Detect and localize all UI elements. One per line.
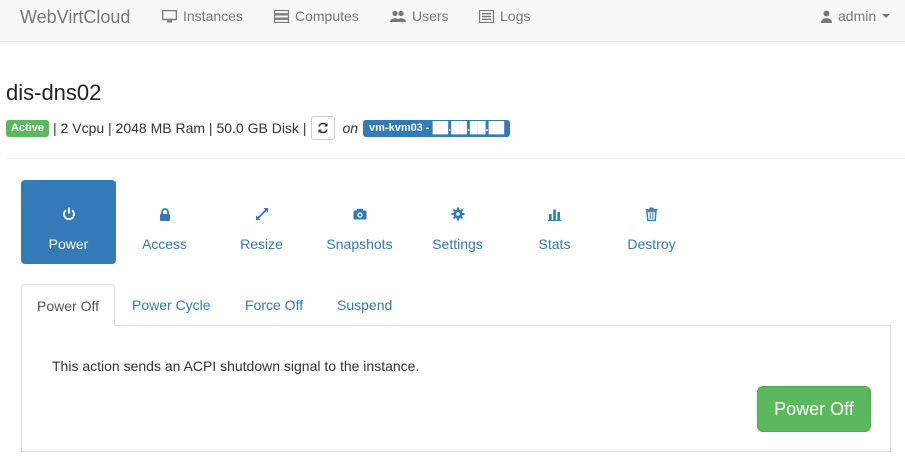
action-stats-label: Stats [538, 236, 571, 252]
users-icon [390, 10, 406, 22]
gear-icon [410, 206, 505, 222]
on-text: on [342, 120, 359, 136]
bar-chart-icon [507, 206, 602, 222]
tab-power-cycle[interactable]: Power Cycle [117, 284, 226, 326]
status-badge: Active [6, 119, 50, 137]
power-tabs: Power Off Power Cycle Force Off Suspend [21, 284, 891, 327]
monitor-icon [162, 9, 177, 22]
action-resize-label: Resize [240, 236, 283, 252]
action-power-label: Power [48, 236, 89, 252]
nav-computes-label: Computes [295, 8, 359, 24]
divider [6, 158, 905, 159]
action-settings-label: Settings [432, 236, 483, 252]
lock-icon [117, 206, 212, 222]
instance-name: dis-dns02 [6, 80, 102, 105]
tab-power-off[interactable]: Power Off [21, 284, 115, 327]
power-icon [21, 206, 116, 222]
nav-logs-label: Logs [500, 8, 531, 24]
action-destroy-label: Destroy [627, 236, 676, 252]
nav-logs[interactable]: Logs [479, 8, 530, 24]
user-menu-label: admin [838, 8, 877, 24]
tab-force-off[interactable]: Force Off [230, 284, 318, 326]
action-access[interactable]: Access [117, 180, 212, 264]
nav-users-label: Users [412, 8, 449, 24]
refresh-icon [318, 122, 329, 134]
instance-info: Active | 2 Vcpu | 2048 MB Ram | 50.0 GB … [6, 116, 511, 140]
action-resize[interactable]: Resize [214, 180, 309, 264]
nav-computes[interactable]: Computes [274, 8, 359, 24]
nav-instances[interactable]: Instances [162, 8, 243, 24]
instance-specs: | 2 Vcpu | 2048 MB Ram | 50.0 GB Disk | [53, 120, 307, 136]
tab-suspend[interactable]: Suspend [322, 284, 407, 326]
user-icon [821, 10, 832, 23]
trash-icon [604, 206, 699, 222]
power-off-button[interactable]: Power Off [757, 386, 871, 432]
action-description: This action sends an ACPI shutdown signa… [52, 358, 420, 374]
host-badge[interactable]: vm-kvm03 - ██.██.██.██ [363, 119, 511, 137]
user-menu[interactable]: admin [821, 8, 891, 24]
resize-icon [214, 206, 309, 222]
action-settings[interactable]: Settings [410, 180, 505, 264]
tab-panel: This action sends an ACPI shutdown signa… [21, 325, 891, 452]
server-icon [274, 9, 289, 23]
nav-instances-label: Instances [183, 8, 243, 24]
nav-users[interactable]: Users [390, 8, 449, 24]
caret-down-icon [882, 14, 891, 18]
action-snapshots-label: Snapshots [326, 236, 393, 252]
refresh-button[interactable] [311, 116, 336, 140]
list-icon [479, 9, 494, 23]
brand-logo[interactable]: WebVirtCloud [20, 7, 130, 28]
camera-icon [312, 206, 407, 222]
top-navbar: WebVirtCloud Instances Computes Users Lo… [0, 0, 905, 42]
action-power[interactable]: Power [21, 180, 116, 264]
action-destroy[interactable]: Destroy [604, 180, 699, 264]
action-snapshots[interactable]: Snapshots [312, 180, 407, 264]
action-stats[interactable]: Stats [507, 180, 602, 264]
action-access-label: Access [141, 236, 188, 252]
